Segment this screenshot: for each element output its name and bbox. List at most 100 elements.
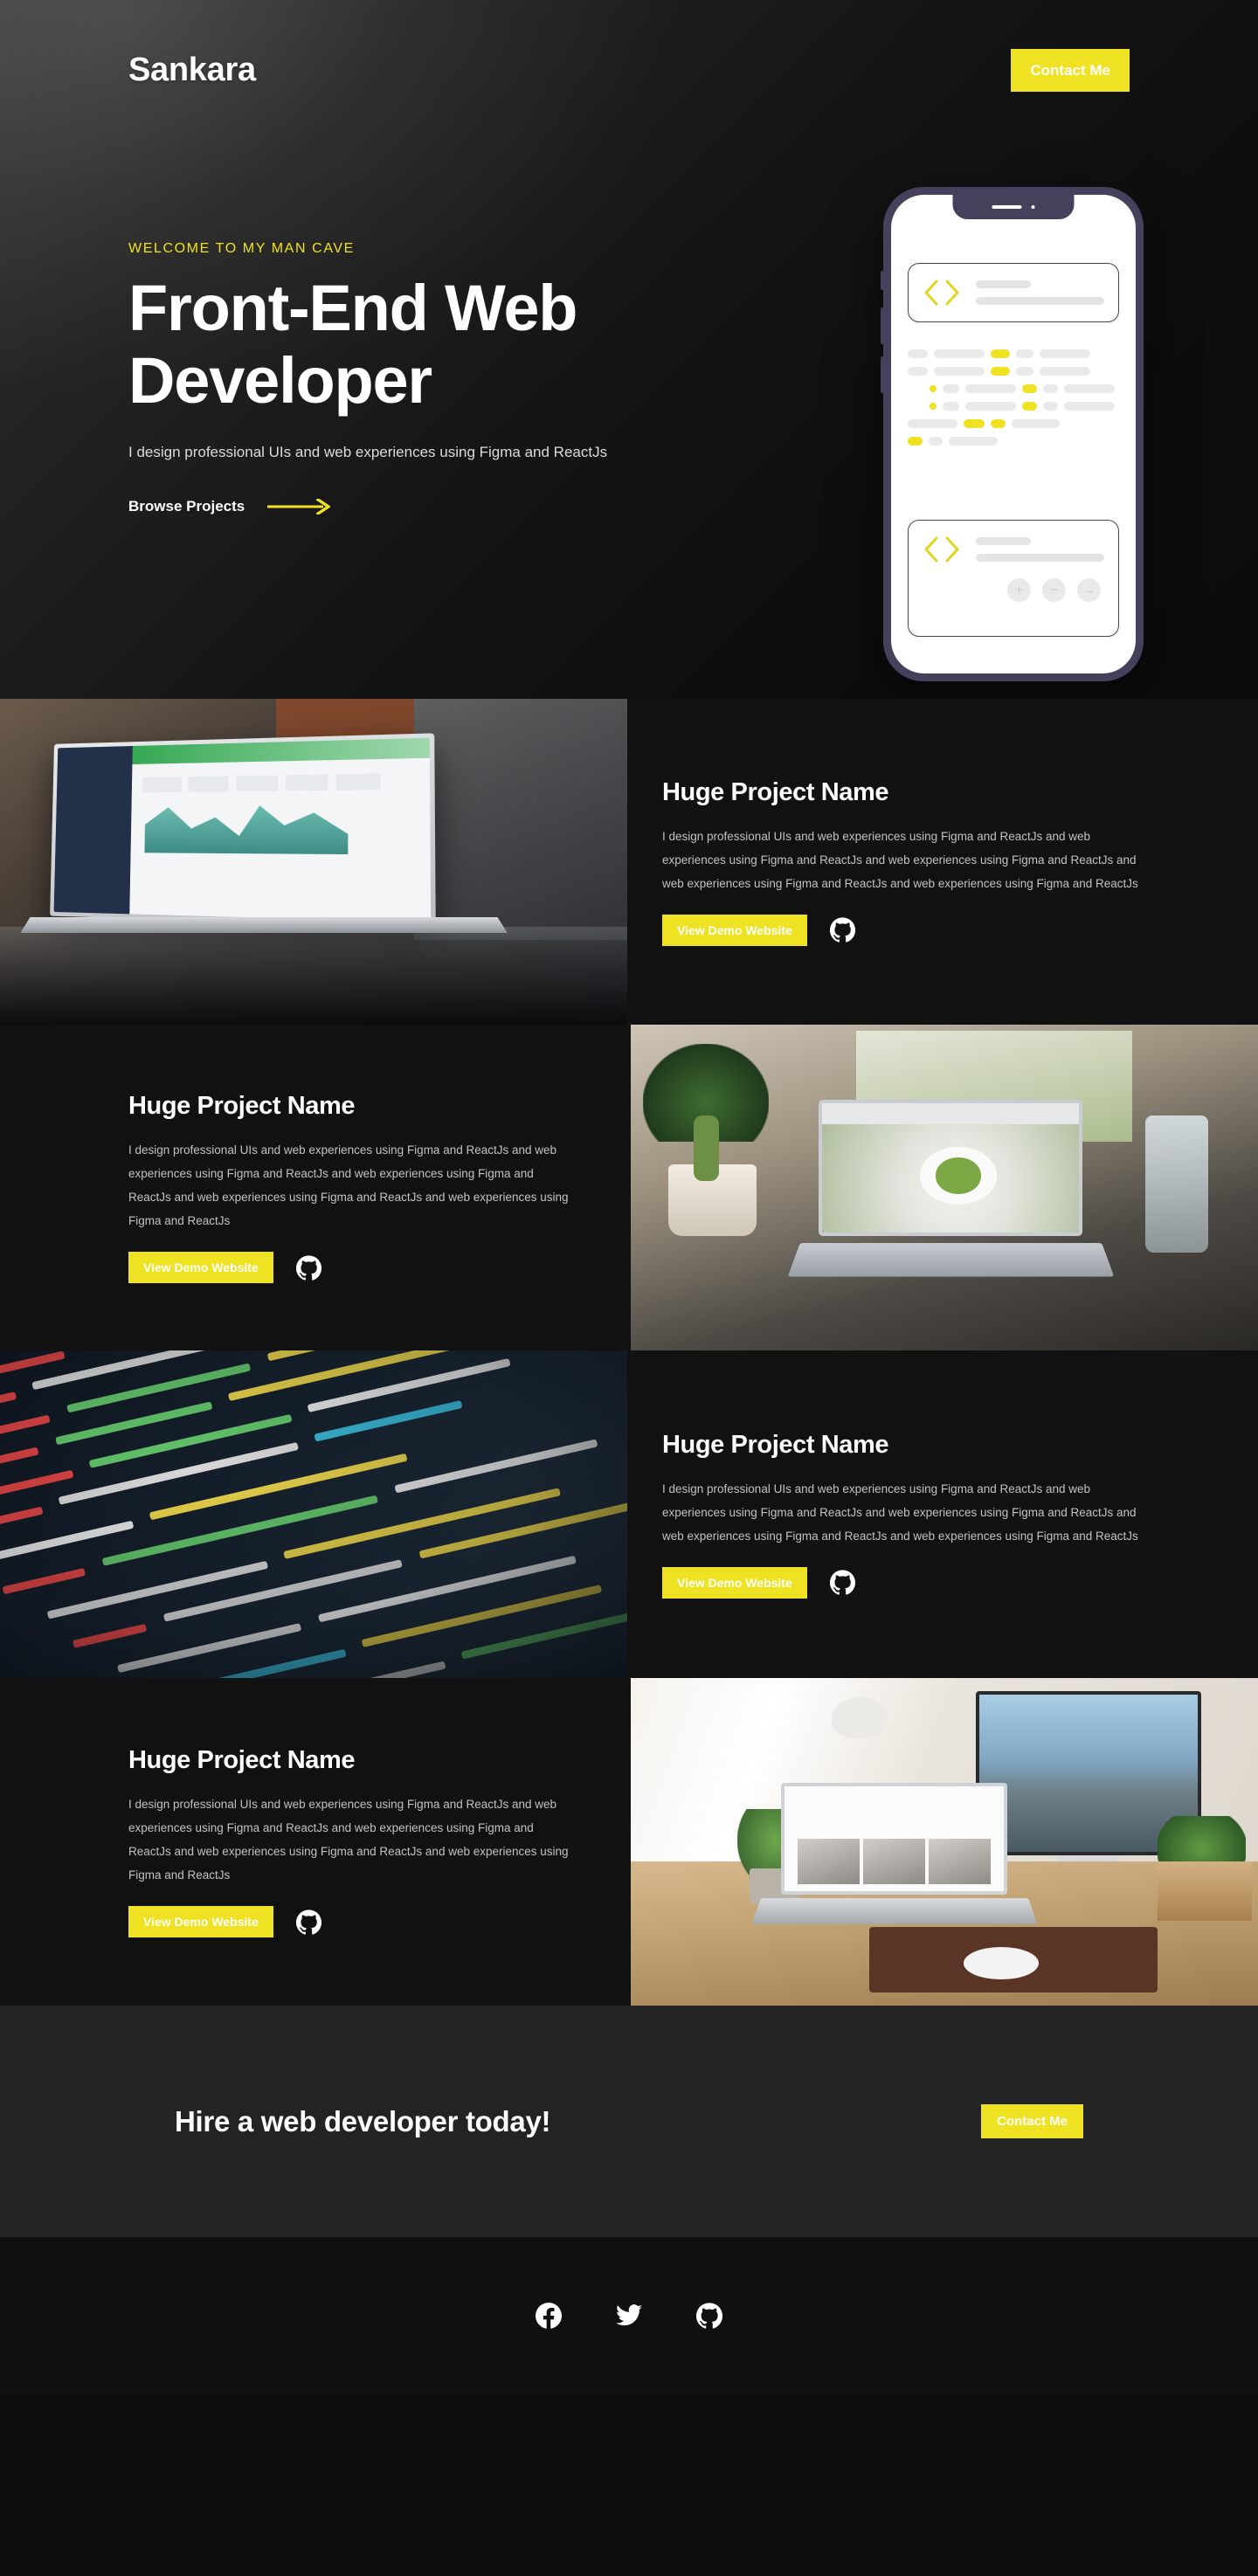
- cta-section: Hire a web developer today! Contact Me: [0, 2006, 1258, 2237]
- footer: [0, 2237, 1258, 2393]
- skeleton-block: [943, 402, 959, 411]
- photo-detail: [0, 1350, 627, 1678]
- project-row: Huge Project Name I design professional …: [0, 1350, 1258, 1678]
- view-demo-website-button[interactable]: View Demo Website: [128, 1252, 273, 1283]
- brand-logo[interactable]: Sankara: [128, 52, 256, 89]
- view-demo-website-button[interactable]: View Demo Website: [662, 1566, 807, 1599]
- browse-projects-link[interactable]: Browse Projects: [128, 497, 331, 515]
- skeleton-block-accent: [1022, 384, 1037, 393]
- hero-title: Front-End Web Developer: [128, 272, 577, 417]
- photo-detail: [145, 800, 349, 854]
- skeleton-row: [908, 437, 1122, 445]
- skeleton-block: [1012, 419, 1060, 428]
- phone-card-bottom-lines: [976, 537, 1104, 562]
- cta-contact-me-button[interactable]: Contact Me: [981, 2104, 1083, 2138]
- photo-detail: [132, 737, 431, 764]
- skeleton-row: [930, 402, 1122, 411]
- github-icon[interactable]: [829, 917, 855, 943]
- skeleton-block: [943, 384, 959, 393]
- phone-card-actions: + − →: [923, 578, 1104, 602]
- photo-laptop-screen: [785, 1786, 1004, 1891]
- skeleton-block: [1016, 349, 1033, 358]
- photo-detail: [188, 775, 230, 792]
- photo-detail: [831, 1696, 888, 1739]
- desk-setup-photo: [631, 1678, 1258, 2006]
- phone-frame: + − →: [881, 187, 1144, 681]
- skeleton-block: [908, 419, 957, 428]
- project-text-4: Huge Project Name I design professional …: [0, 1678, 631, 2006]
- photo-detail: [142, 776, 182, 792]
- facebook-icon[interactable]: [536, 2302, 562, 2329]
- skeleton-block-accent: [991, 367, 1010, 376]
- github-icon[interactable]: [295, 1254, 321, 1281]
- project-description: I design professional UIs and web experi…: [662, 1481, 1138, 1543]
- photo-detail: [285, 774, 328, 791]
- photo-detail: [53, 745, 133, 914]
- project-actions: View Demo Website: [662, 1566, 1164, 1599]
- code-brackets-icon: [924, 280, 959, 306]
- skeleton-row: [908, 349, 1122, 358]
- nav-contact-me-button[interactable]: Contact Me: [1011, 48, 1130, 92]
- photo-laptop-screen: [822, 1102, 1079, 1233]
- github-icon[interactable]: [696, 2302, 722, 2329]
- browse-projects-label: Browse Projects: [128, 497, 245, 515]
- project-description: I design professional UIs and web experi…: [128, 1798, 569, 1882]
- source-code-photo: [0, 1350, 627, 1678]
- project-title: Huge Project Name: [128, 1746, 356, 1774]
- plus-icon-button[interactable]: +: [1007, 578, 1031, 602]
- github-icon[interactable]: [295, 1909, 321, 1935]
- view-demo-website-button[interactable]: View Demo Website: [128, 1906, 273, 1937]
- skeleton-bullet: [930, 403, 937, 410]
- phone-card-bottom-header: [923, 535, 1104, 563]
- skeleton-block: [1064, 384, 1115, 393]
- arrow-right-icon: [267, 498, 331, 515]
- photo-detail: [751, 1898, 1037, 1924]
- hero-eyebrow: WELCOME TO MY MAN CAVE: [128, 241, 355, 256]
- photo-detail: [798, 1838, 861, 1885]
- project-row: Huge Project Name I design professional …: [0, 699, 1258, 1025]
- arrow-right-icon-button[interactable]: →: [1077, 578, 1101, 602]
- project-image-2: [631, 1025, 1258, 1350]
- skeleton-row: [908, 419, 1122, 428]
- photo-detail: [236, 775, 279, 791]
- view-demo-website-button[interactable]: View Demo Website: [662, 914, 807, 946]
- phone-card-bottom: + − →: [908, 520, 1119, 637]
- github-icon[interactable]: [829, 1570, 855, 1595]
- project-image-1: [0, 699, 627, 1025]
- cta-title: Hire a web developer today!: [175, 2104, 551, 2137]
- twitter-icon[interactable]: [616, 2304, 642, 2326]
- project-text-1: Huge Project Name I design professional …: [627, 699, 1258, 1025]
- placeholder-line: [976, 280, 1032, 288]
- project-image-3: [0, 1350, 627, 1678]
- phone-side-button-volume-down: [881, 356, 884, 393]
- photo-detail: [798, 1838, 991, 1885]
- skeleton-block: [965, 384, 1016, 393]
- project-text-2: Huge Project Name I design professional …: [0, 1025, 631, 1350]
- project-row: Huge Project Name I design professional …: [0, 1678, 1258, 2006]
- phone-side-button-mute: [881, 271, 884, 290]
- skeleton-block: [965, 402, 1016, 411]
- phone-mockup: + − →: [881, 187, 1144, 681]
- placeholder-line: [976, 297, 1104, 305]
- photo-detail: [963, 1946, 1039, 1979]
- photo-detail: [1158, 1861, 1252, 1921]
- phone-card-top: [908, 263, 1119, 322]
- phone-card-top-lines: [976, 280, 1104, 305]
- skeleton-row: [930, 384, 1122, 393]
- macbook-food-site-photo: [631, 1025, 1258, 1350]
- project-actions: View Demo Website: [128, 1906, 578, 1937]
- photo-detail: [413, 699, 627, 941]
- skeleton-block: [1043, 402, 1058, 411]
- phone-speaker: [992, 205, 1022, 209]
- minus-icon-button[interactable]: −: [1042, 578, 1066, 602]
- skeleton-block-accent: [991, 349, 1010, 358]
- skeleton-row: [908, 367, 1122, 376]
- photo-laptop-screen: [53, 737, 432, 922]
- skeleton-block: [929, 437, 943, 445]
- skeleton-block: [934, 367, 985, 376]
- project-title: Huge Project Name: [662, 1430, 889, 1459]
- photo-detail: [863, 1838, 925, 1885]
- photo-laptop: [781, 1783, 1007, 1895]
- project-title: Huge Project Name: [128, 1092, 356, 1120]
- projects-section: Huge Project Name I design professional …: [0, 699, 1258, 2006]
